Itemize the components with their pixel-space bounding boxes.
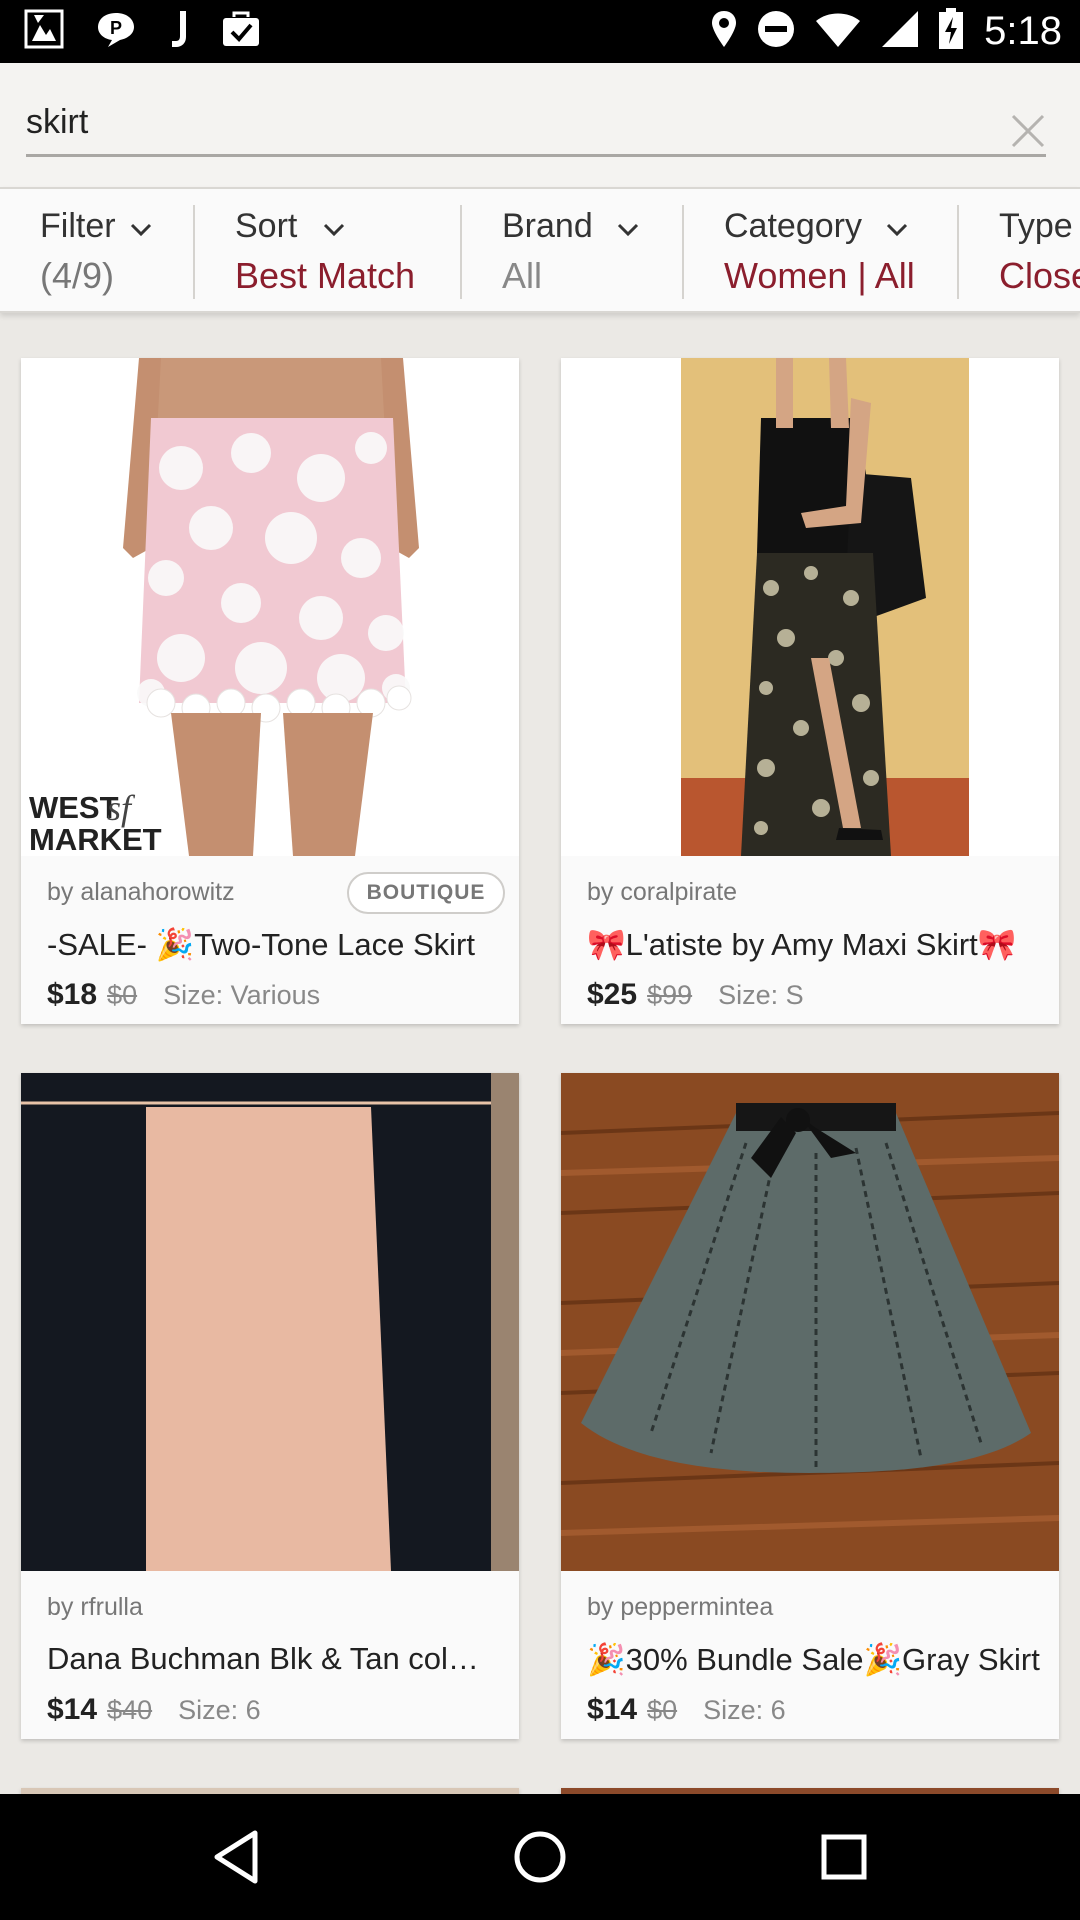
listing-price-row: $18 $0 Size: Various [47,978,320,1012]
type-value: Close [999,255,1080,296]
filter-value: (4/9) [40,255,115,296]
listing-price-row: $14 $0 Size: 6 [587,1693,786,1727]
category-label: Category [724,207,862,245]
chat-notification-icon: P [94,9,138,54]
listing-size: Size: Various [163,980,321,1010]
status-left: P [24,9,292,54]
listing-seller: by alanahorowitz [47,878,235,906]
svg-text:MARKET: MARKET [29,822,162,856]
recents-icon[interactable] [810,1823,878,1891]
brand-label: Brand [502,207,593,245]
listing-price: $14 [47,1693,98,1726]
listing-image[interactable] [561,1073,1059,1571]
svg-text:P: P [110,18,122,38]
listing-original-price: $40 [107,1695,153,1725]
sort-value: Best Match [235,255,416,296]
listing-seller: by peppermintea [587,1593,774,1621]
svg-text:WEST: WEST [29,790,119,825]
chevron-down-icon [617,207,639,246]
listing-seller: by rfrulla [47,1593,143,1621]
chevron-down-icon [323,207,345,246]
location-icon [710,9,738,54]
listing-original-price: $0 [107,980,138,1010]
listing-card[interactable]: by coralpirate 🎀L'atiste by Amy Maxi Ski… [561,358,1059,1024]
listing-image[interactable] [561,358,1059,856]
sort-label: Sort [235,207,298,245]
photo-notification-icon [24,9,64,54]
listing-image[interactable]: WEST sf MARKET [21,358,519,856]
category-value: Women | All [724,255,915,296]
filter-label-row: Filter [40,207,152,246]
sort-label-row: Sort [235,207,345,246]
brand-label-row: Brand [502,207,639,246]
listing-card[interactable]: by peppermintea 🎉30% Bundle Sale🎉Gray Sk… [561,1073,1059,1739]
listing-size: Size: 6 [703,1695,786,1725]
divider [957,205,959,299]
close-icon[interactable] [1004,107,1052,155]
boutique-badge: BOUTIQUE [347,872,505,914]
home-icon[interactable] [506,1823,574,1891]
battery-charging-icon [938,8,964,55]
status-right: 5:18 [692,8,1062,55]
listing-price: $18 [47,978,98,1011]
back-icon[interactable] [202,1823,270,1891]
listing-size: Size: 6 [178,1695,261,1725]
status-bar: P 5:18 [0,0,1080,63]
filter-label: Filter [40,207,116,245]
listing-price-row: $14 $40 Size: 6 [47,1693,261,1727]
listing-card[interactable]: WEST sf MARKET by alanahorowitz BOUTIQUE… [21,358,519,1024]
listing-title: 🎀L'atiste by Amy Maxi Skirt🎀 [587,927,1017,962]
listing-size: Size: S [718,980,804,1010]
search-input[interactable] [26,95,1046,157]
listing-price-row: $25 $99 Size: S [587,978,804,1012]
divider [193,205,195,299]
listing-title: -SALE- 🎉Two-Tone Lace Skirt [47,927,475,962]
signal-icon [880,9,920,54]
clock: 5:18 [984,9,1062,53]
type-label-row: Type [999,207,1073,246]
briefcase-check-icon [220,9,262,54]
j-app-icon [168,9,190,54]
filter-bar: Filter (4/9) Sort Best Match Brand All C… [0,187,1080,313]
divider [682,205,684,299]
navigation-bar [0,1794,1080,1920]
brand-value: All [502,255,543,296]
type-label: Type [999,207,1073,245]
category-label-row: Category [724,207,908,246]
listing-price: $14 [587,1693,638,1726]
search-area [0,63,1080,187]
divider [460,205,462,299]
chevron-down-icon [130,207,152,246]
listing-image[interactable] [21,1073,519,1571]
listing-original-price: $0 [647,1695,678,1725]
chevron-down-icon [886,207,908,246]
wifi-icon [814,9,862,54]
listing-original-price: $99 [647,980,693,1010]
listing-title: Dana Buchman Blk & Tan col… [47,1641,479,1676]
listing-card[interactable]: by rfrulla Dana Buchman Blk & Tan col… $… [21,1073,519,1739]
listing-title: 🎉30% Bundle Sale🎉Gray Skirt [587,1642,1040,1677]
do-not-disturb-icon [756,9,796,54]
listing-price: $25 [587,978,638,1011]
listing-seller: by coralpirate [587,878,738,906]
